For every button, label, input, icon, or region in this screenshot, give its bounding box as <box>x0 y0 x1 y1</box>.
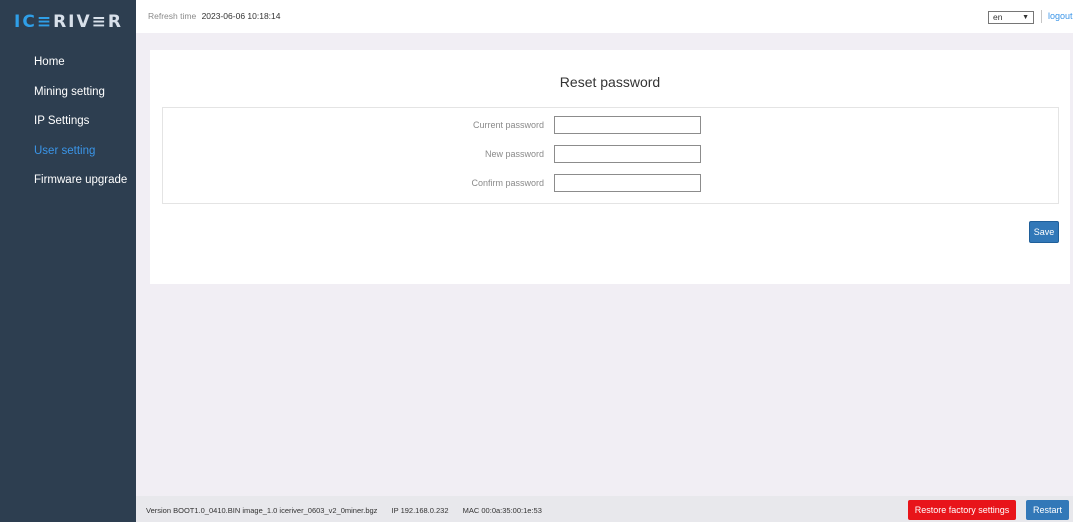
form-row-current-password: Current password <box>163 116 1058 136</box>
mac-value: 00:0a:35:00:1e:53 <box>481 506 542 515</box>
sidebar: IC≡RIV≡R Home Mining setting IP Settings… <box>0 0 136 522</box>
restore-factory-settings-button[interactable]: Restore factory settings <box>908 500 1016 520</box>
sidebar-nav: Home Mining setting IP Settings User set… <box>0 52 136 200</box>
reset-password-panel: Reset password Current password New pass… <box>150 50 1070 284</box>
refresh-time: Refresh time 2023-06-06 10:18:14 <box>148 11 281 21</box>
language-value: en <box>993 12 1003 22</box>
sidebar-item-ip-settings[interactable]: IP Settings <box>0 111 136 141</box>
page-title: Reset password <box>559 74 661 90</box>
save-button[interactable]: Save <box>1029 221 1059 243</box>
chevron-down-icon: ▼ <box>1022 14 1029 21</box>
language-select[interactable]: en ▼ <box>988 11 1034 24</box>
current-password-input[interactable] <box>554 116 701 134</box>
new-password-input[interactable] <box>554 145 701 163</box>
sidebar-item-firmware-upgrade[interactable]: Firmware upgrade <box>0 170 136 200</box>
device-info: Version BOOT1.0_0410.BIN image_1.0 iceri… <box>146 506 542 515</box>
version-label: Version <box>146 506 172 515</box>
sidebar-item-mining-setting[interactable]: Mining setting <box>0 82 136 112</box>
form-row-confirm-password: Confirm password <box>163 174 1058 194</box>
divider <box>1041 10 1042 23</box>
current-password-label: Current password <box>472 120 544 130</box>
version-value: BOOT1.0_0410.BIN image_1.0 iceriver_0603… <box>173 506 378 515</box>
mac-label: MAC <box>462 506 480 515</box>
password-form: Current password New password Confirm pa… <box>162 107 1059 204</box>
new-password-label: New password <box>484 149 544 159</box>
iceriver-logo: IC≡RIV≡R <box>14 12 123 32</box>
sidebar-item-user-setting[interactable]: User setting <box>0 141 136 171</box>
confirm-password-label: Confirm password <box>471 178 544 188</box>
logout-link[interactable]: logout <box>1048 11 1073 21</box>
refresh-timestamp: 2023-06-06 10:18:14 <box>201 11 281 21</box>
form-row-new-password: New password <box>163 145 1058 165</box>
status-footer: Version BOOT1.0_0410.BIN image_1.0 iceri… <box>136 496 1073 522</box>
ip-label: IP <box>391 506 399 515</box>
confirm-password-input[interactable] <box>554 174 701 192</box>
restart-button[interactable]: Restart <box>1026 500 1069 520</box>
sidebar-item-home[interactable]: Home <box>0 52 136 82</box>
refresh-label: Refresh time <box>148 11 197 21</box>
ip-value: 192.168.0.232 <box>400 506 449 515</box>
top-bar: Refresh time 2023-06-06 10:18:14 en ▼ lo… <box>136 0 1073 33</box>
